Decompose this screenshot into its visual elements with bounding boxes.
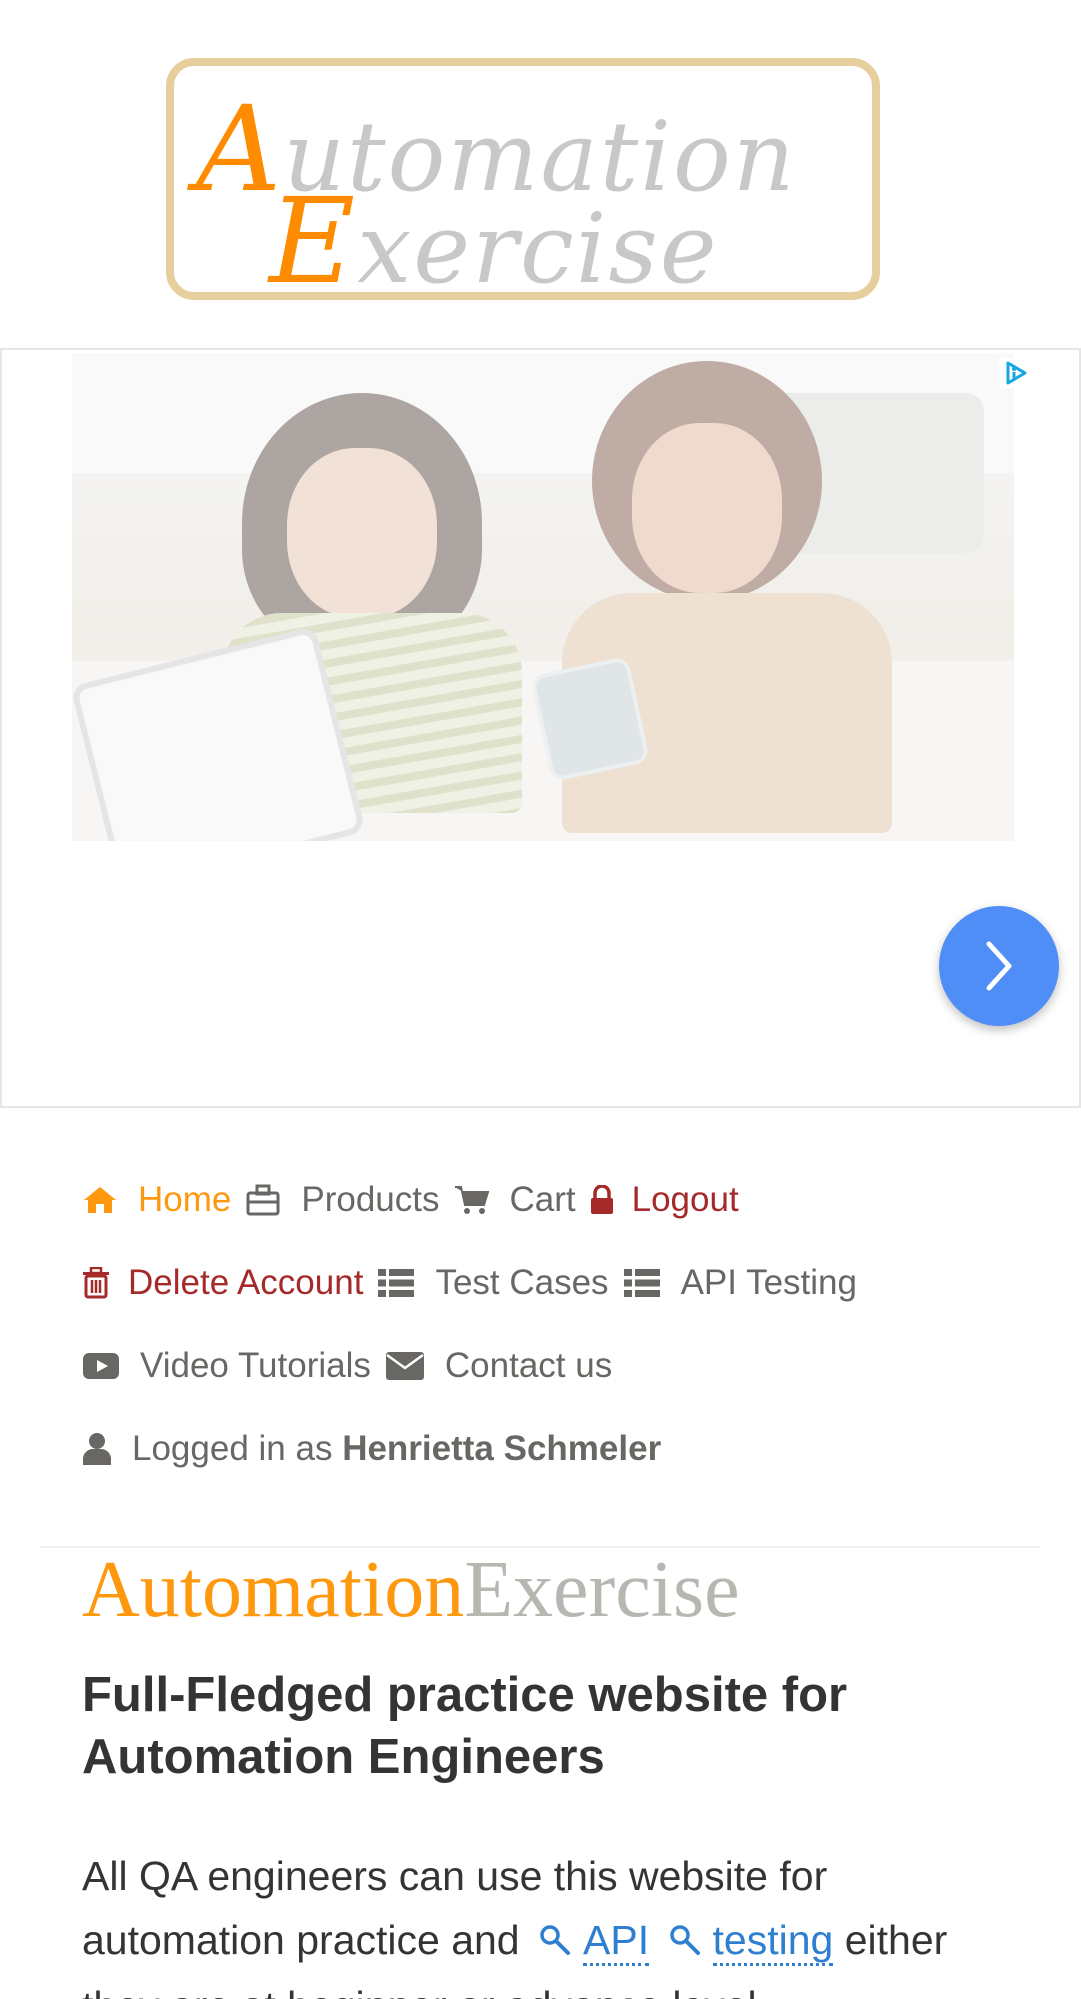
nav-api-testing[interactable]: API Testing [623, 1265, 857, 1300]
nav-api-testing-label: API Testing [680, 1263, 857, 1302]
list-icon [623, 1268, 661, 1298]
briefcase-icon [245, 1183, 281, 1217]
nav-row-1: Home Products Cart Logout [82, 1158, 1022, 1241]
nav-cart[interactable]: Cart [454, 1182, 576, 1217]
user-icon [82, 1432, 112, 1466]
nav-contact-us[interactable]: Contact us [385, 1348, 612, 1383]
nav-test-cases-label: Test Cases [435, 1263, 609, 1302]
brand-part-exercise: Exercise [464, 1546, 740, 1634]
chevron-right-icon [986, 941, 1012, 991]
nav-home[interactable]: Home [82, 1182, 231, 1217]
envelope-icon [385, 1351, 425, 1381]
nav-logout[interactable]: Logout [590, 1182, 739, 1217]
hero-brand-title: AutomationExercise [82, 1548, 740, 1632]
ad-image[interactable] [72, 353, 1014, 841]
nav-products-label: Products [301, 1180, 440, 1219]
brand-part-automation: Automation [82, 1546, 465, 1634]
magnifier-icon [539, 1910, 571, 1974]
nav-row-4: Logged in as Henrietta Schmeler [82, 1407, 1022, 1490]
advertisement-banner[interactable] [0, 348, 1081, 1108]
header-logo-area: Automation Exercise [0, 0, 1081, 348]
list-icon [377, 1268, 415, 1298]
hero-heading: Full-Fledged practice website for Automa… [82, 1668, 848, 1784]
nav-video-tutorials[interactable]: Video Tutorials [82, 1348, 371, 1383]
home-icon [82, 1185, 118, 1215]
youtube-play-icon [82, 1352, 120, 1380]
cart-icon [454, 1184, 490, 1216]
hero-description: All QA engineers can use this website fo… [82, 1844, 982, 1999]
keyword-link-testing[interactable]: testing [661, 1917, 834, 1966]
nav-home-label: Home [138, 1180, 232, 1219]
page: Automation Exercise Home Products Cart L… [0, 0, 1081, 1999]
keyword-api-label: API [583, 1917, 650, 1966]
keyword-link-api[interactable]: API [531, 1917, 650, 1966]
nav-logout-label: Logout [631, 1180, 739, 1219]
logged-in-status: Logged in as Henrietta Schmeler [82, 1431, 661, 1466]
magnifier-icon [669, 1910, 701, 1974]
nav-video-tutorials-label: Video Tutorials [140, 1346, 371, 1385]
nav-cart-label: Cart [509, 1180, 576, 1219]
logo-line-exercise: Exercise [269, 172, 719, 310]
main-nav: Home Products Cart Logout Delete Account… [82, 1158, 1022, 1490]
logged-in-username: Henrietta Schmeler [342, 1429, 662, 1468]
nav-products[interactable]: Products [245, 1180, 440, 1219]
trash-icon [82, 1266, 110, 1299]
logged-in-prefix: Logged in as [132, 1429, 333, 1468]
nav-delete-account-label: Delete Account [128, 1263, 364, 1302]
site-logo[interactable]: Automation Exercise [166, 58, 880, 300]
nav-contact-us-label: Contact us [444, 1346, 613, 1385]
nav-test-cases[interactable]: Test Cases [377, 1263, 609, 1302]
nav-delete-account[interactable]: Delete Account [82, 1265, 363, 1300]
lock-icon [590, 1184, 614, 1215]
nav-row-3: Video Tutorials Contact us [82, 1324, 1022, 1407]
nav-row-2: Delete Account Test Cases API Testing [82, 1241, 1022, 1324]
keyword-testing-label: testing [712, 1917, 834, 1966]
adchoices-icon[interactable] [999, 358, 1033, 388]
ad-next-button[interactable] [939, 906, 1059, 1026]
